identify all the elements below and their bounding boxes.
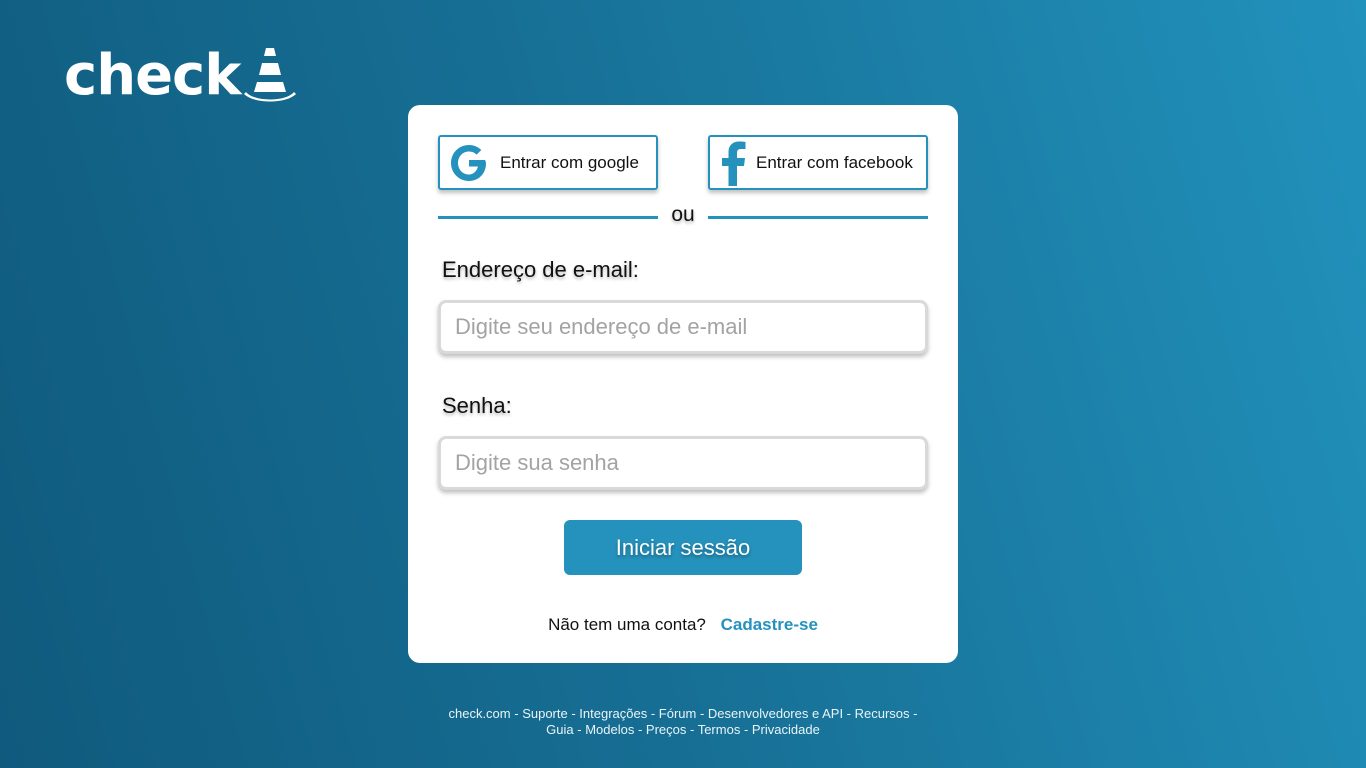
footer-separator: -	[909, 706, 918, 721]
footer-link-forum[interactable]: Fórum	[659, 706, 697, 721]
footer-link-privacy[interactable]: Privacidade	[752, 722, 820, 737]
google-login-button[interactable]: Entrar com google	[438, 135, 658, 190]
footer-separator: -	[510, 706, 523, 721]
footer: check.com - Suporte - Integrações - Fóru…	[0, 706, 1366, 738]
footer-link-integrations[interactable]: Integrações	[579, 706, 647, 721]
footer-link-home[interactable]: check.com	[448, 706, 510, 721]
footer-separator: -	[686, 722, 698, 737]
footer-separator: -	[573, 722, 586, 737]
footer-separator: -	[696, 706, 708, 721]
signup-link[interactable]: Cadastre-se	[721, 615, 818, 634]
divider-text: ou	[671, 203, 695, 226]
logo-text: check	[64, 43, 241, 108]
footer-link-support[interactable]: Suporte	[522, 706, 568, 721]
divider-line-left	[438, 216, 658, 219]
google-icon	[451, 144, 486, 181]
email-label: Endereço de e-mail:	[442, 257, 639, 282]
divider-line-right	[708, 216, 928, 219]
footer-link-templates[interactable]: Modelos	[585, 722, 634, 737]
footer-link-terms[interactable]: Termos	[698, 722, 741, 737]
footer-link-guide[interactable]: Guia	[546, 722, 573, 737]
password-label: Senha:	[442, 393, 512, 418]
footer-separator: -	[567, 706, 580, 721]
signup-row: Não tem uma conta? Cadastre-se	[408, 615, 958, 635]
footer-line-2: Guia - Modelos - Preços - Termos - Priva…	[0, 722, 1366, 738]
facebook-login-label: Entrar com facebook	[756, 152, 913, 172]
logo[interactable]: check	[64, 44, 298, 104]
login-button[interactable]: Iniciar sessão	[564, 520, 802, 575]
footer-separator: -	[634, 722, 646, 737]
google-login-label: Entrar com google	[500, 152, 639, 172]
facebook-login-button[interactable]: Entrar com facebook	[708, 135, 928, 190]
signup-prompt: Não tem uma conta?	[548, 615, 706, 634]
footer-separator: -	[647, 706, 659, 721]
footer-link-developers[interactable]: Desenvolvedores e API	[708, 706, 843, 721]
traffic-cone-icon	[244, 48, 297, 102]
login-card: Entrar com google Entrar com facebook ou…	[408, 105, 958, 663]
email-field[interactable]	[438, 300, 928, 354]
footer-line-1: check.com - Suporte - Integrações - Fóru…	[0, 706, 1366, 722]
footer-separator: -	[843, 706, 855, 721]
facebook-icon	[722, 141, 746, 186]
footer-link-resources[interactable]: Recursos	[855, 706, 910, 721]
password-field[interactable]	[438, 436, 928, 490]
footer-separator: -	[740, 722, 752, 737]
footer-link-pricing[interactable]: Preços	[646, 722, 686, 737]
